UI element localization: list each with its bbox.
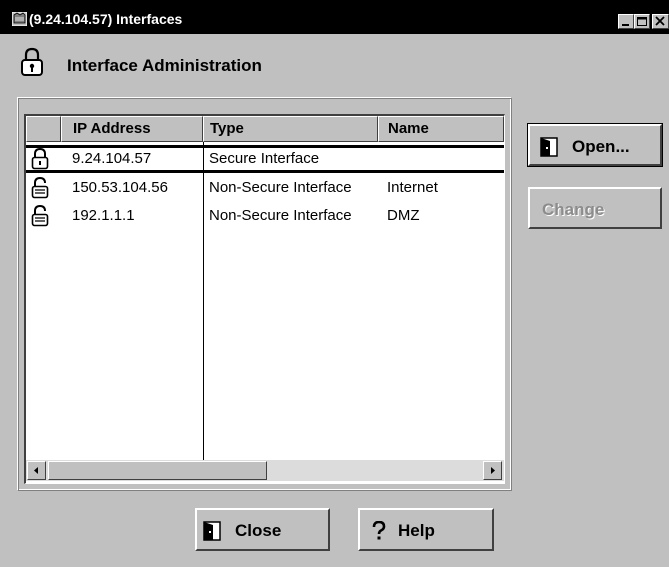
scroll-left-button[interactable] [27,461,46,480]
app-icon[interactable] [12,12,27,26]
unlocked-padlock-icon [31,177,49,199]
arrow-left-icon [34,467,38,474]
type-cell: Secure Interface [209,150,320,167]
open-button-label: Open... [572,137,630,156]
question-mark-icon [372,521,386,540]
change-button[interactable]: Change [528,187,662,229]
scroll-right-button[interactable] [483,461,502,480]
close-button[interactable]: Close [195,508,330,551]
name-cell: Internet [387,179,438,196]
column-header-name[interactable]: Name [378,116,504,142]
open-door-icon [540,137,558,157]
title-bar[interactable]: (9.24.104.57) Interfaces [0,0,669,34]
table-header: IP Address Type Name [26,116,504,142]
name-cell: DMZ [387,207,420,224]
column-header-ip-address[interactable]: IP Address [61,116,203,142]
table-row[interactable]: 192.1.1.1 Non-Secure Interface DMZ [26,205,504,233]
open-button[interactable]: Open... [527,123,663,167]
close-button-label: Close [235,521,282,540]
exit-door-icon [203,521,221,541]
ip-address-cell: 9.24.104.57 [72,150,152,167]
type-cell: Non-Secure Interface [209,179,352,196]
unlocked-padlock-icon [31,205,49,227]
column-header-type[interactable]: Type [203,116,378,142]
table-row[interactable]: 150.53.104.56 Non-Secure Interface Inter… [26,177,504,205]
window-title: (9.24.104.57) Interfaces [29,11,183,27]
maximize-icon [637,17,647,26]
close-icon [655,16,665,26]
arrow-right-icon [491,467,495,474]
interfaces-table[interactable]: IP Address Type Name 9.24.104.57 Secure … [24,114,505,484]
close-window-button[interactable] [652,14,669,29]
help-button[interactable]: Help [358,508,494,551]
change-button-label: Change [542,200,605,219]
page-title: Interface Administration [67,56,262,75]
type-cell: Non-Secure Interface [209,207,352,224]
locked-padlock-icon [31,148,49,170]
ip-address-cell: 192.1.1.1 [72,207,135,224]
minimize-button[interactable] [618,14,634,29]
minimize-icon [622,24,629,26]
scroll-thumb[interactable] [48,461,267,480]
column-header-icon[interactable] [26,116,61,142]
help-button-label: Help [398,521,435,540]
ip-address-cell: 150.53.104.56 [72,179,168,196]
padlock-icon [21,47,43,76]
table-row[interactable]: 9.24.104.57 Secure Interface [26,145,504,173]
maximize-button[interactable] [634,14,650,29]
horizontal-scrollbar[interactable] [26,460,504,481]
